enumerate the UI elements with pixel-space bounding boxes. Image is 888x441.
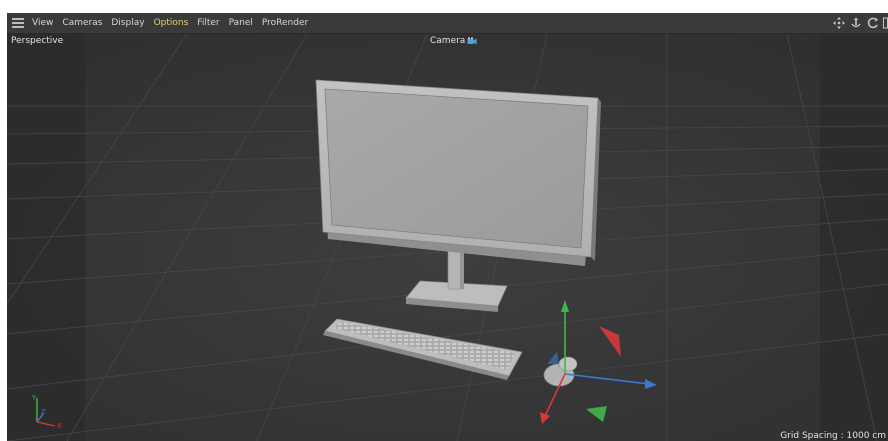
viewport-menu-bar: View Cameras Display Options Filter Pane…: [7, 13, 888, 34]
monitor: [315, 79, 601, 266]
cinema4d-viewport-panel: View Cameras Display Options Filter Pane…: [7, 13, 888, 441]
move-view-icon[interactable]: [832, 17, 845, 30]
hamburger-menu-icon[interactable]: [12, 18, 24, 28]
camera-icon: [467, 37, 477, 45]
screenshot-frame: View Cameras Display Options Filter Pane…: [0, 0, 888, 441]
zoom-view-icon[interactable]: [849, 17, 862, 30]
rotate-view-icon[interactable]: [866, 17, 879, 30]
camera-selector[interactable]: Camera: [430, 36, 477, 46]
camera-label: Camera: [430, 36, 466, 46]
menu-display[interactable]: Display: [111, 18, 144, 28]
menu-options[interactable]: Options: [154, 18, 189, 28]
menu-prorender[interactable]: ProRender: [262, 18, 308, 28]
view-navigation-icons: [828, 13, 888, 33]
axis-label-y: Y: [31, 394, 37, 402]
axis-label-x: X: [57, 422, 62, 430]
menu-view[interactable]: View: [32, 18, 53, 28]
scene-render: [7, 34, 888, 441]
axis-label-z: Z: [41, 408, 46, 416]
safe-frame-right: [820, 34, 888, 441]
world-axis-indicator: Y Z X: [27, 390, 67, 430]
3d-viewport[interactable]: Perspective Camera Y Z X Grid Spacing: …: [7, 34, 888, 441]
panel-toggle-icon[interactable]: [883, 17, 888, 30]
menu-cameras[interactable]: Cameras: [62, 18, 102, 28]
menu-panel[interactable]: Panel: [229, 18, 253, 28]
safe-frame-left: [7, 34, 85, 441]
grid-spacing-label: Grid Spacing : 1000 cm: [780, 431, 886, 441]
menu-filter[interactable]: Filter: [197, 18, 219, 28]
projection-label[interactable]: Perspective: [11, 36, 63, 46]
